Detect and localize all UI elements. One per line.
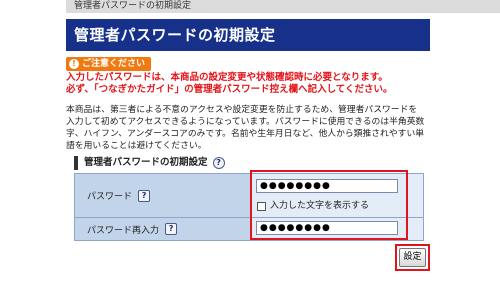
set-button[interactable]: 設定 [399, 248, 426, 267]
password-help-icon[interactable]: ? [138, 189, 151, 202]
description-line-3: 字、ハイフン、アンダースコアのみです。名前や生年月日など、他人から類推されやすい… [66, 129, 425, 139]
warning-icon: ! [69, 59, 79, 69]
caution-line-2: 必ず、「つなぎかたガイド」の管理者パスワード控え欄へ記入してください。 [66, 84, 393, 95]
caution-badge: ! ご注意ください [66, 57, 152, 71]
page-title: 管理者パスワードの初期設定 [66, 19, 430, 51]
section-heading: 管理者パスワードの初期設定 ? [74, 156, 225, 170]
description: 本商品は、第三者による不意のアクセスや設定変更を防止するため、管理者パスワードを… [66, 104, 494, 152]
description-line-4: 語を用いることは避けてください。 [66, 141, 207, 151]
caution-badge-label: ご注意ください [82, 59, 146, 69]
description-line-1: 本商品は、第三者による不意のアクセスや設定変更を防止するため、管理者パスワードを [66, 105, 418, 115]
breadcrumb: 管理者パスワードの初期設定 [66, 0, 500, 13]
section-help-icon[interactable]: ? [212, 157, 225, 169]
caution-notice: 入力したパスワードは、本商品の設定変更や状態確認時に必要となります。 必ず、「つ… [66, 72, 486, 96]
confirm-help-icon[interactable]: ? [165, 223, 178, 235]
confirm-password-label: パスワード再入力 [87, 225, 160, 236]
password-label: パスワード [87, 192, 133, 202]
caution-line-1: 入力したパスワードは、本商品の設定変更や状態確認時に必要となります。 [66, 72, 388, 83]
confirm-label-cell: パスワード再入力 ? [74, 217, 252, 241]
input-highlight-box [250, 170, 408, 240]
password-label-cell: パスワード ? [74, 173, 252, 218]
section-title: 管理者パスワードの初期設定 [84, 157, 208, 168]
description-line-2: 入力して初めてアクセスできるようになっています。パスワードに使用できるのは半角英… [66, 117, 425, 127]
